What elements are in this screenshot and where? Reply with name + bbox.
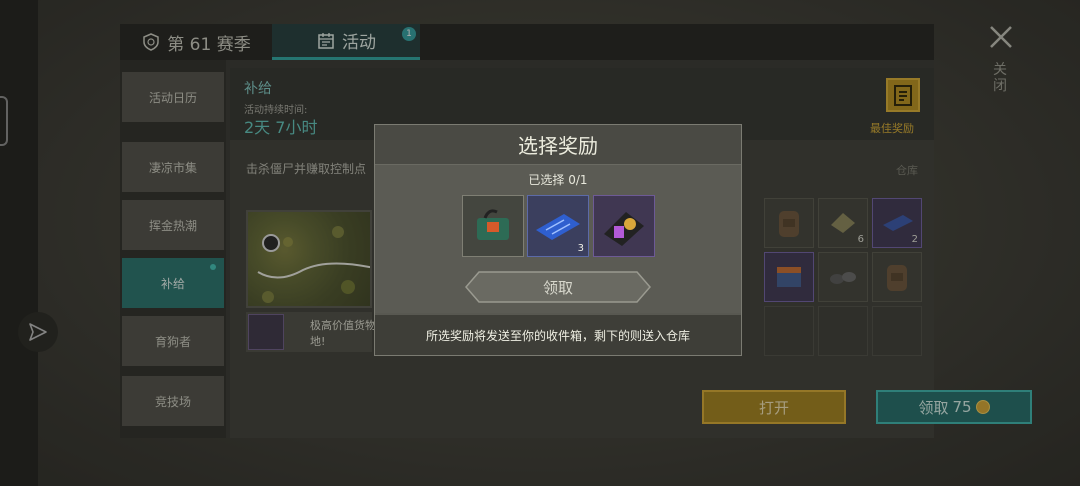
reward-count: 3 <box>577 243 584 254</box>
reward-option[interactable]: 3 <box>527 195 589 257</box>
reward-option[interactable] <box>462 195 524 257</box>
claim-reward-label: 领取 <box>542 278 573 297</box>
reward-option[interactable] <box>593 195 655 257</box>
dialog-footer-note: 所选奖励将发送至你的收件箱，剩下的则送入仓库 <box>375 315 741 355</box>
dialog-title: 选择奖励 <box>375 125 741 165</box>
badge-wallet-icon <box>604 212 644 246</box>
battery-pack-icon <box>477 209 509 240</box>
claim-reward-button[interactable]: 领取 <box>465 271 651 303</box>
dialog-body: 已选择 0/1 3 领取 <box>375 165 741 313</box>
selected-count: 已选择 0/1 <box>528 173 588 187</box>
select-reward-dialog: 选择奖励 已选择 0/1 3 领取 所选奖励将发送至你的收件箱，剩下的则送入仓库 <box>374 124 742 356</box>
